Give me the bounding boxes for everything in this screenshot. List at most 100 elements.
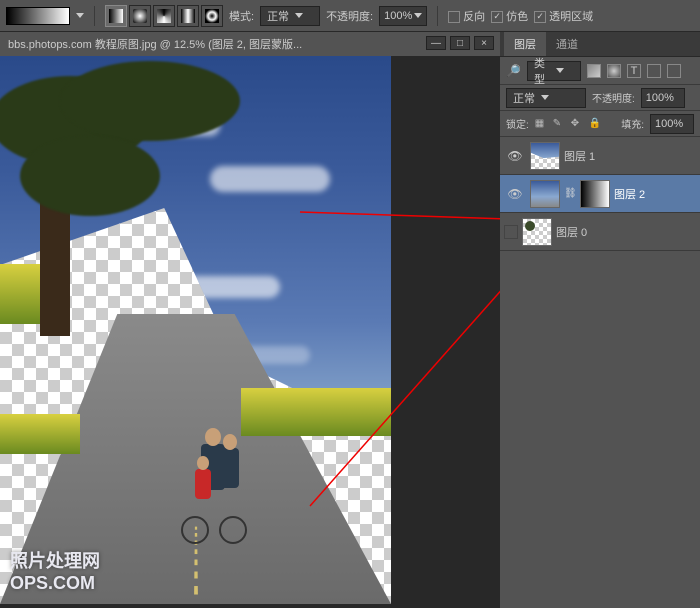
layer-thumbnail[interactable]	[530, 142, 560, 170]
canvas[interactable]: 照片处理网 OPS.COM	[0, 56, 391, 604]
chevron-down-icon	[295, 13, 303, 18]
checkbox-icon	[491, 11, 503, 23]
fill-value: 100%	[655, 118, 683, 130]
bike-wheel	[181, 516, 209, 544]
filter-type-value: 类型	[534, 55, 550, 87]
grass	[0, 264, 40, 324]
gradient-angle-button[interactable]	[153, 5, 175, 27]
people-on-bike	[175, 414, 255, 544]
layer-blend-row: 正常 不透明度: 100%	[500, 85, 700, 111]
transparency-check[interactable]: 透明区域	[534, 8, 593, 24]
layer-thumbnail[interactable]	[522, 218, 552, 246]
blend-mode-value: 正常	[513, 90, 535, 106]
mode-value: 正常	[267, 8, 289, 24]
person-head	[205, 428, 221, 446]
lock-transparent-icon[interactable]: ▦	[535, 118, 547, 130]
cloud	[210, 166, 330, 192]
mask-thumbnail[interactable]	[580, 180, 610, 208]
gradient-diamond-button[interactable]	[201, 5, 223, 27]
opacity-value: 100%	[384, 10, 412, 22]
child-body	[195, 469, 211, 499]
opacity-input[interactable]: 100%	[379, 6, 427, 26]
separator	[437, 6, 438, 26]
gradient-reflected-button[interactable]	[177, 5, 199, 27]
minimize-button[interactable]: —	[426, 36, 446, 50]
person-body	[221, 448, 239, 488]
panel-tabs: 图层 通道	[500, 32, 700, 56]
layer-row[interactable]: 👁 图层 1	[500, 137, 700, 175]
link-icon: ⛓	[564, 188, 576, 199]
gradient-dropdown-icon[interactable]	[76, 13, 84, 18]
lock-all-icon[interactable]: 🔒	[589, 118, 601, 130]
close-button[interactable]: ×	[474, 36, 494, 50]
window-controls: — □ ×	[426, 36, 494, 50]
lock-move-icon[interactable]: ✥	[571, 118, 583, 130]
tab-channels[interactable]: 通道	[546, 32, 588, 56]
main-area: bbs.photops.com 教程原图.jpg @ 12.5% (图层 2, …	[0, 32, 700, 608]
reverse-check[interactable]: 反向	[448, 8, 485, 24]
visibility-toggle[interactable]: 👁	[504, 183, 526, 205]
bike-wheel	[219, 516, 247, 544]
watermark: 照片处理网 OPS.COM	[10, 547, 100, 594]
child-head	[197, 456, 209, 470]
filter-smart-icon[interactable]	[667, 64, 681, 78]
mode-select[interactable]: 正常	[260, 6, 320, 26]
layer-list: 👁 图层 1 👁 ⛓ 图层 2 图层 0	[500, 137, 700, 251]
layer-thumbnail[interactable]	[530, 180, 560, 208]
layer-opacity-label: 不透明度:	[592, 90, 635, 105]
chevron-down-icon	[541, 95, 549, 100]
filter-pixel-icon[interactable]	[587, 64, 601, 78]
chevron-down-icon	[556, 68, 564, 73]
dither-label: 仿色	[506, 11, 528, 23]
layer-opacity-value: 100%	[646, 92, 674, 104]
tab-layers[interactable]: 图层	[504, 32, 546, 56]
filter-type-select[interactable]: 类型	[527, 61, 581, 81]
filter-adjust-icon[interactable]	[607, 64, 621, 78]
layer-row[interactable]: 图层 0	[500, 213, 700, 251]
opacity-label: 不透明度:	[326, 8, 373, 24]
person-head	[223, 434, 237, 450]
lock-brush-icon[interactable]: ✎	[553, 118, 565, 130]
gradient-linear-button[interactable]	[105, 5, 127, 27]
layer-name: 图层 1	[564, 148, 595, 164]
separator	[94, 6, 95, 26]
layers-panel: 🔎 类型 T 正常 不透明度: 100% 锁定: ▦ ✎ ✥ 🔒 填充: 1	[500, 56, 700, 608]
document-tab[interactable]: bbs.photops.com 教程原图.jpg @ 12.5% (图层 2, …	[0, 32, 500, 56]
panels-column: 图层 通道 🔎 类型 T 正常 不透明度: 100% 锁定: ▦ ✎	[500, 32, 700, 608]
layer-filter-row: 🔎 类型 T	[500, 57, 700, 85]
layer-opacity-input[interactable]: 100%	[641, 88, 685, 108]
tree-foliage	[20, 136, 160, 216]
options-bar: 模式: 正常 不透明度: 100% 反向 仿色 透明区域	[0, 0, 700, 32]
fill-input[interactable]: 100%	[650, 114, 694, 134]
transparency-label: 透明区域	[549, 11, 593, 23]
canvas-wrapper: 照片处理网 OPS.COM	[0, 56, 391, 604]
dither-check[interactable]: 仿色	[491, 8, 528, 24]
gradient-swatch[interactable]	[6, 7, 70, 25]
fill-label: 填充:	[621, 116, 644, 131]
chevron-down-icon	[414, 13, 422, 18]
lock-label: 锁定:	[506, 116, 529, 131]
layer-row[interactable]: 👁 ⛓ 图层 2	[500, 175, 700, 213]
filter-shape-icon[interactable]	[647, 64, 661, 78]
visibility-toggle[interactable]: 👁	[504, 145, 526, 167]
gradient-type-group	[105, 5, 223, 27]
layer-lock-row: 锁定: ▦ ✎ ✥ 🔒 填充: 100%	[500, 111, 700, 137]
tree-foliage	[60, 61, 240, 141]
gradient-radial-button[interactable]	[129, 5, 151, 27]
maximize-button[interactable]: □	[450, 36, 470, 50]
filter-type-icon[interactable]: T	[627, 64, 641, 78]
document-title: bbs.photops.com 教程原图.jpg @ 12.5% (图层 2, …	[8, 36, 302, 52]
grass	[0, 414, 80, 454]
document-area: bbs.photops.com 教程原图.jpg @ 12.5% (图层 2, …	[0, 32, 500, 608]
visibility-toggle[interactable]	[504, 225, 518, 239]
checkbox-icon	[448, 11, 460, 23]
reverse-label: 反向	[463, 11, 485, 23]
search-icon: 🔎	[506, 64, 521, 78]
blend-mode-select[interactable]: 正常	[506, 88, 586, 108]
watermark-en: OPS.COM	[10, 573, 100, 594]
watermark-cn: 照片处理网	[10, 547, 100, 573]
grass	[241, 388, 391, 436]
layer-name: 图层 2	[614, 186, 645, 202]
mode-label: 模式:	[229, 8, 254, 24]
checkbox-icon	[534, 11, 546, 23]
